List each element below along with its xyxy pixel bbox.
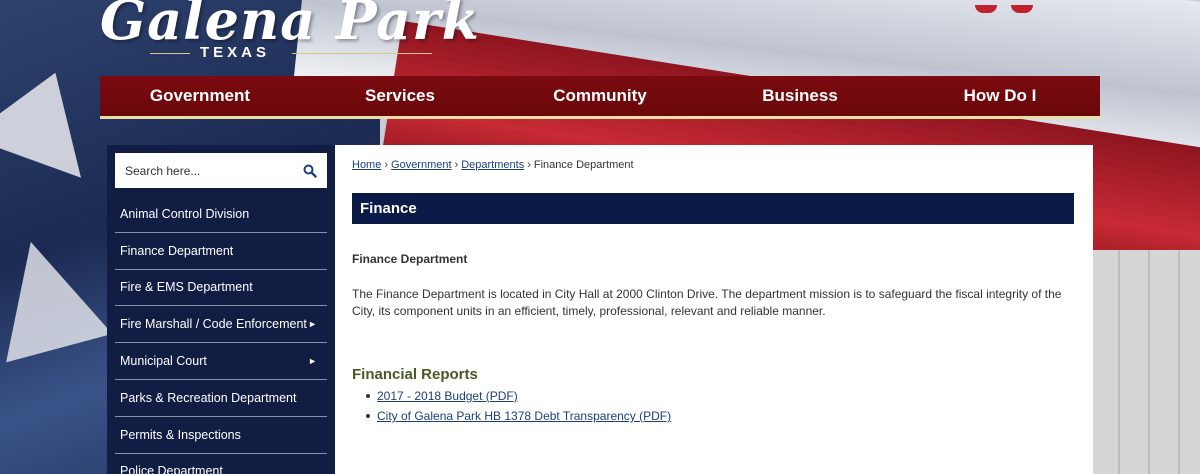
nav-services[interactable]: Services	[300, 76, 500, 116]
social-icon[interactable]	[1011, 5, 1033, 13]
nav-community[interactable]: Community	[500, 76, 700, 116]
page-title: Finance	[352, 193, 1074, 224]
nav-how-do-i[interactable]: How Do I	[900, 76, 1100, 116]
sidebar-item-municipal-court[interactable]: Municipal Court ►	[115, 343, 327, 380]
list-item: 2017 - 2018 Budget (PDF)	[366, 389, 1074, 403]
sidebar-item-fire-marshall[interactable]: Fire Marshall / Code Enforcement ►	[115, 306, 327, 344]
sidebar-item-animal-control[interactable]: Animal Control Division	[115, 196, 327, 233]
site-name: Galena Park	[100, 0, 481, 52]
search-box	[115, 153, 327, 188]
breadcrumb-current: Finance Department	[533, 159, 634, 171]
budget-pdf-link[interactable]: 2017 - 2018 Budget (PDF)	[377, 389, 518, 403]
list-item: City of Galena Park HB 1378 Debt Transpa…	[366, 409, 1074, 423]
breadcrumb-departments[interactable]: Departments	[461, 159, 524, 171]
sidebar: Animal Control Division Finance Departme…	[107, 145, 335, 474]
main-content: Home › Government › Departments › Finance Depa…	[352, 145, 1074, 429]
site-subtitle: TEXAS	[200, 44, 271, 61]
breadcrumb: Home › Government › Departments › Finance Depa…	[352, 159, 634, 171]
debt-transparency-pdf-link[interactable]: City of Galena Park HB 1378 Debt Transpa…	[377, 409, 671, 423]
sidebar-item-police[interactable]: Police Department	[115, 454, 327, 474]
bullet-icon	[366, 414, 370, 418]
section-heading: Finance Department	[352, 252, 468, 266]
nav-business[interactable]: Business	[700, 76, 900, 116]
sidebar-menu: Animal Control Division Finance Departme…	[115, 196, 327, 474]
sidebar-item-fire-ems[interactable]: Fire & EMS Department	[115, 270, 327, 307]
social-icon[interactable]	[975, 5, 997, 13]
bullet-icon	[366, 394, 370, 398]
sidebar-item-permits[interactable]: Permits & Inspections	[115, 417, 327, 454]
financial-reports-heading: Financial Reports	[352, 366, 478, 383]
sidebar-item-finance[interactable]: Finance Department	[115, 233, 327, 270]
top-social-icons	[975, 0, 1047, 18]
nav-government[interactable]: Government	[100, 76, 300, 116]
breadcrumb-government[interactable]: Government	[391, 159, 452, 171]
main-navigation: Government Services Community Business H…	[100, 76, 1100, 119]
search-input[interactable]	[125, 163, 285, 178]
reports-list: 2017 - 2018 Budget (PDF) City of Galena …	[366, 389, 1074, 423]
submenu-arrow-icon[interactable]: ►	[308, 356, 317, 366]
search-icon[interactable]	[303, 164, 317, 178]
sidebar-item-parks[interactable]: Parks & Recreation Department	[115, 380, 327, 417]
site-logo[interactable]: Galena Park TEXAS	[100, 0, 481, 61]
submenu-arrow-icon[interactable]: ►	[308, 319, 317, 329]
breadcrumb-home[interactable]: Home	[352, 159, 381, 171]
department-description: The Finance Department is located in Cit…	[352, 287, 1062, 318]
